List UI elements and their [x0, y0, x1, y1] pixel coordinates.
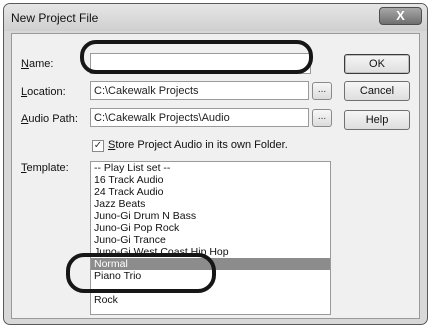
new-project-file-dialog: New Project File X Name: Location: C:\Ca… — [3, 3, 428, 325]
ok-button[interactable]: OK — [344, 54, 410, 74]
help-button[interactable]: Help — [344, 110, 410, 130]
cancel-button[interactable]: Cancel — [344, 81, 410, 101]
template-label: Template: — [21, 162, 69, 174]
name-label: Name: — [21, 58, 54, 70]
store-audio-checkbox[interactable]: ✓ — [92, 140, 104, 152]
list-item[interactable]: 24 Track Audio — [91, 186, 330, 198]
close-button[interactable]: X — [379, 7, 422, 25]
location-input[interactable]: C:\Cakewalk Projects — [90, 81, 309, 100]
title-bar[interactable]: New Project File X — [4, 4, 427, 31]
highlight-callout-normal — [66, 253, 216, 293]
window-title: New Project File — [11, 11, 99, 25]
location-label: Location: — [21, 86, 66, 98]
list-item[interactable]: Rock — [91, 294, 330, 306]
list-item[interactable]: -- Play List set -- — [91, 162, 330, 174]
list-item[interactable]: Juno-Gi Trance — [91, 234, 330, 246]
list-item[interactable]: Juno-Gi Pop Rock — [91, 222, 330, 234]
audio-path-input[interactable]: C:\Cakewalk Projects\Audio — [90, 108, 309, 127]
store-audio-label: Store Project Audio in its own Folder. — [108, 139, 288, 151]
list-item[interactable]: 16 Track Audio — [91, 174, 330, 186]
highlight-callout-name — [80, 40, 313, 74]
list-item[interactable]: Jazz Beats — [91, 198, 330, 210]
close-icon: X — [396, 8, 405, 23]
list-item[interactable]: Juno-Gi Drum N Bass — [91, 210, 330, 222]
audio-path-browse-button[interactable]: ... — [312, 109, 332, 127]
location-browse-button[interactable]: ... — [312, 82, 332, 100]
audio-path-label: Audio Path: — [21, 113, 78, 125]
